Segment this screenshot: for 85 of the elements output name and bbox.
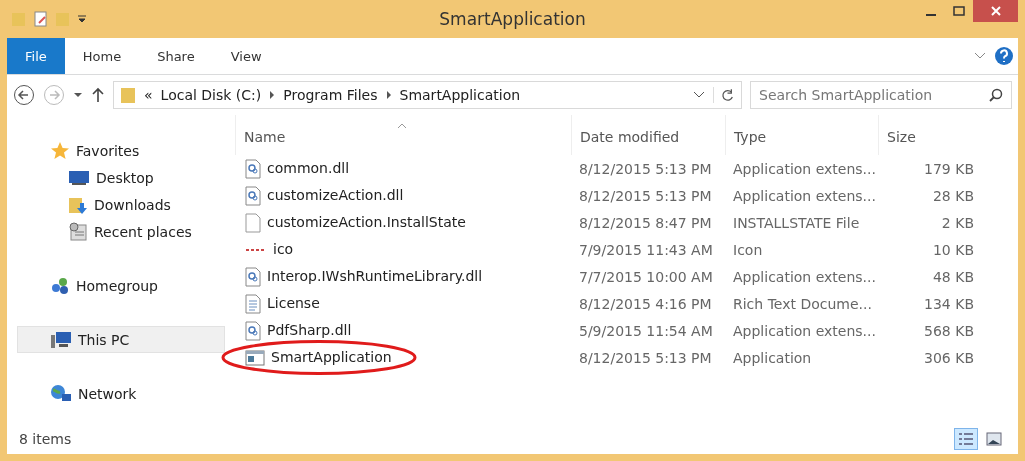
size-cell-text: 48 KB <box>931 268 975 285</box>
properties-icon[interactable] <box>33 11 49 27</box>
date-cell-text: 8/12/2015 5:13 PM <box>578 187 713 204</box>
dropdown-icon[interactable] <box>77 14 87 24</box>
ribbon-tab[interactable]: Share <box>139 38 213 74</box>
file-name[interactable]: ico <box>235 241 294 258</box>
back-icon[interactable] <box>13 84 35 106</box>
size-cell-text: 568 KB <box>923 322 975 339</box>
type-cell-text: Rich Text Docume... <box>732 295 873 312</box>
date-cell-text: 7/9/2015 11:43 AM <box>578 241 714 258</box>
size-cell-text: 2 KB <box>940 214 975 231</box>
breadcrumb[interactable]: « <box>144 87 153 103</box>
sidebar-item[interactable]: Favorites <box>17 137 225 164</box>
settings-file-icon <box>245 320 261 341</box>
date-cell-text: 8/12/2015 5:13 PM <box>578 349 713 366</box>
type-cell-text: Application extens... <box>732 160 877 177</box>
blank-file-icon <box>245 212 261 233</box>
computer-icon <box>50 330 72 349</box>
item-count: 8 items <box>19 431 72 447</box>
chevron-down-icon[interactable] <box>693 91 705 99</box>
sidebar-item[interactable]: Desktop <box>17 164 225 191</box>
up-arrow-icon[interactable] <box>91 87 105 103</box>
breadcrumb-arrow-icon[interactable] <box>269 91 276 99</box>
breadcrumb[interactable]: SmartApplication <box>399 87 521 103</box>
maximize-icon <box>953 6 965 16</box>
chevron-down-icon[interactable] <box>974 52 986 60</box>
column-header[interactable]: Size <box>878 115 982 155</box>
recent-caret-icon[interactable] <box>73 91 83 99</box>
ribbon-tab[interactable]: View <box>212 38 280 74</box>
file-name[interactable]: customizeAction.dll <box>235 185 404 206</box>
settings-file-icon <box>245 266 261 287</box>
size-cell-text: 134 KB <box>923 295 975 312</box>
ribbon-tab[interactable]: File <box>7 38 65 74</box>
recent-places-icon <box>68 221 88 242</box>
settings-file-icon <box>245 158 261 179</box>
column-header[interactable]: Type <box>725 115 878 155</box>
window-title: SmartApplication <box>439 9 586 29</box>
file-name[interactable]: Interop.IWshRuntimeLibrary.dll <box>235 266 483 287</box>
column-header[interactable]: Date modified <box>571 115 725 155</box>
application-icon <box>245 349 265 366</box>
date-cell-text: 7/7/2015 10:00 AM <box>578 268 714 285</box>
sidebar-item[interactable]: Network <box>17 380 225 407</box>
breadcrumb[interactable]: Program Files <box>283 87 378 103</box>
document-icon <box>245 293 261 314</box>
file-name[interactable]: customizeAction.InstallState <box>235 212 466 233</box>
size-cell-text: 179 KB <box>923 160 975 177</box>
size-cell-text: 10 KB <box>931 241 975 258</box>
size-cell-text: 28 KB <box>931 187 975 204</box>
close-icon <box>990 6 1001 16</box>
ribbon-tab[interactable]: Home <box>64 38 140 74</box>
sidebar-item[interactable]: Downloads <box>17 191 225 218</box>
breadcrumb-arrow-icon[interactable] <box>385 91 392 99</box>
settings-file-icon <box>245 185 261 206</box>
minimize-icon <box>926 14 936 16</box>
type-cell-text: Application extens... <box>732 187 877 204</box>
folder-icon <box>120 86 136 104</box>
large-icons-icon <box>986 432 1002 446</box>
details-list-icon <box>958 432 974 446</box>
breadcrumb[interactable]: Local Disk (C:) <box>160 87 262 103</box>
sidebar-item[interactable]: Recent places <box>17 218 225 245</box>
search-icon <box>989 88 1003 102</box>
homegroup-icon <box>50 275 70 296</box>
monitor-icon <box>68 169 90 186</box>
date-cell-text: 8/12/2015 8:47 PM <box>578 214 713 231</box>
file-name[interactable]: License <box>235 293 320 314</box>
date-cell-text: 5/9/2015 11:54 AM <box>578 322 714 339</box>
address-bar[interactable]: « Local Disk (C:) Program Files SmartApplication <box>113 81 742 109</box>
size-cell-text: 306 KB <box>923 349 975 366</box>
type-cell-text: Application extens... <box>732 322 877 339</box>
file-name[interactable]: PdfSharp.dll <box>235 320 352 341</box>
type-cell-text: INSTALLSTATE File <box>732 214 861 231</box>
date-cell-text: 8/12/2015 4:16 PM <box>578 295 713 312</box>
search-field[interactable]: Search SmartApplication <box>750 81 1012 109</box>
type-cell-text: Application <box>732 349 813 366</box>
star-icon <box>50 140 70 161</box>
column-header[interactable]: Name <box>235 115 571 155</box>
type-cell-text: Application extens... <box>732 268 877 285</box>
network-icon <box>50 383 72 404</box>
sidebar-item[interactable]: Homegroup <box>17 272 225 299</box>
date-cell-text: 8/12/2015 5:13 PM <box>578 160 713 177</box>
help-icon[interactable] <box>994 46 1014 66</box>
file-name[interactable]: common.dll <box>235 158 350 179</box>
close-button[interactable] <box>973 0 1018 22</box>
sidebar-item[interactable]: This PC <box>17 326 225 353</box>
type-cell-text: Icon <box>732 241 764 258</box>
